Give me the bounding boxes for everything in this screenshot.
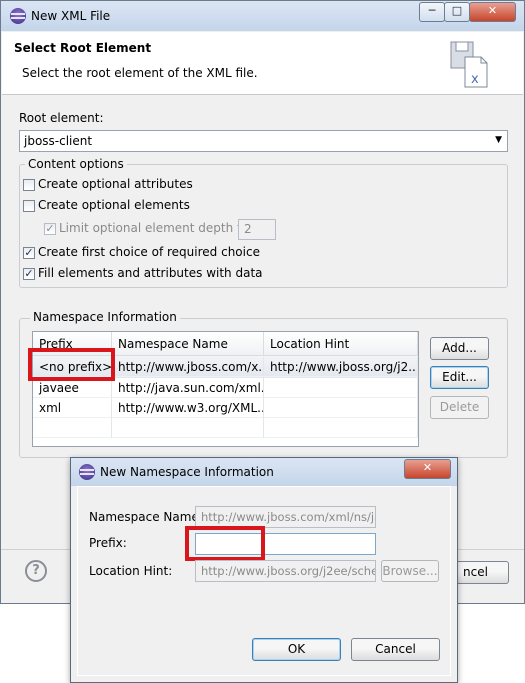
prefix-input-highlight-box [185,526,265,561]
optional-attributes-label: Create optional attributes [38,177,193,191]
root-element-combo[interactable]: jboss-client ▼ [19,130,508,152]
chevron-down-icon: ▼ [495,135,502,145]
namespace-name-field[interactable]: http://www.jboss.com/xml/ns/ja [195,506,376,528]
column-header-namespace-name[interactable]: Namespace Name [112,332,264,356]
row-name-cell: http://www.w3.org/XML... [112,398,264,418]
row-hint-cell: http://www.jboss.org/j2... [264,357,418,377]
add-button[interactable]: Add... [430,337,489,360]
namespace-name-label: Namespace Name: [89,510,203,524]
row-name-cell: http://java.sun.com/xml... [112,378,264,398]
xml-file-icon: x [447,39,491,89]
close-button[interactable]: ✕ [469,2,516,22]
minimize-button[interactable]: ─ [419,2,445,22]
help-icon[interactable]: ? [25,560,47,582]
optional-elements-label: Create optional elements [38,198,190,212]
window-title: New XML File [31,9,111,23]
page-title: Select Root Element [14,41,152,55]
content-options-legend: Content options [25,157,127,171]
fill-data-label: Fill elements and attributes with data [38,266,263,280]
dialog-cancel-button[interactable]: Cancel [351,638,440,661]
empty-cell [112,418,264,438]
location-hint-field[interactable]: http://www.jboss.org/j2ee/scher [195,560,376,582]
root-element-value: jboss-client [24,134,93,148]
delete-button[interactable]: Delete [430,396,489,419]
window-titlebar[interactable]: New XML File ─ □ ✕ [1,1,524,31]
page-subtitle: Select the root element of the XML file. [22,66,258,80]
prefix-highlight-box [28,348,115,381]
row-name-cell: http://www.jboss.com/x... [112,357,264,377]
edit-button[interactable]: Edit... [430,366,489,389]
column-header-location-hint[interactable]: Location Hint [264,332,418,356]
svg-text:x: x [471,72,479,87]
optional-attributes-checkbox[interactable] [23,179,35,191]
limit-depth-label: Limit optional element depth to: [59,221,254,235]
row-prefix-cell: xml [33,398,112,418]
namespace-legend: Namespace Information [30,310,180,324]
fill-data-checkbox[interactable]: ✓ [23,268,35,280]
limit-depth-checkbox[interactable]: ✓ [44,223,56,235]
wizard-header: Select Root Element Select the root elem… [2,32,523,95]
dialog-body: Namespace Name: http://www.jboss.com/xml… [77,486,451,676]
root-element-label: Root element: [19,111,104,125]
dialog-close-button[interactable]: ✕ [404,459,451,479]
browse-button[interactable]: Browse... [381,560,439,582]
first-choice-label: Create first choice of required choice [38,245,260,259]
table-row[interactable]: xml http://www.w3.org/XML... [33,398,418,418]
location-hint-label: Location Hint: [89,564,173,578]
row-hint-cell [264,378,418,398]
cancel-button-label: ncel [463,565,488,579]
row-prefix-cell: javaee [33,378,112,398]
eclipse-icon [10,8,26,24]
empty-cell [264,418,418,438]
table-row[interactable]: javaee http://java.sun.com/xml... [33,378,418,398]
ok-button[interactable]: OK [252,638,341,661]
dialog-title: New Namespace Information [100,465,274,479]
depth-input[interactable]: 2 [238,219,276,240]
new-namespace-dialog: New Namespace Information ✕ Namespace Na… [70,457,458,683]
row-hint-cell [264,398,418,418]
table-row [33,418,418,438]
eclipse-icon [79,464,95,480]
dialog-titlebar[interactable]: New Namespace Information ✕ [71,458,457,486]
optional-elements-checkbox[interactable] [23,200,35,212]
maximize-button[interactable]: □ [444,2,470,22]
empty-cell [33,418,112,438]
first-choice-checkbox[interactable]: ✓ [23,247,35,259]
prefix-label: Prefix: [89,536,127,550]
